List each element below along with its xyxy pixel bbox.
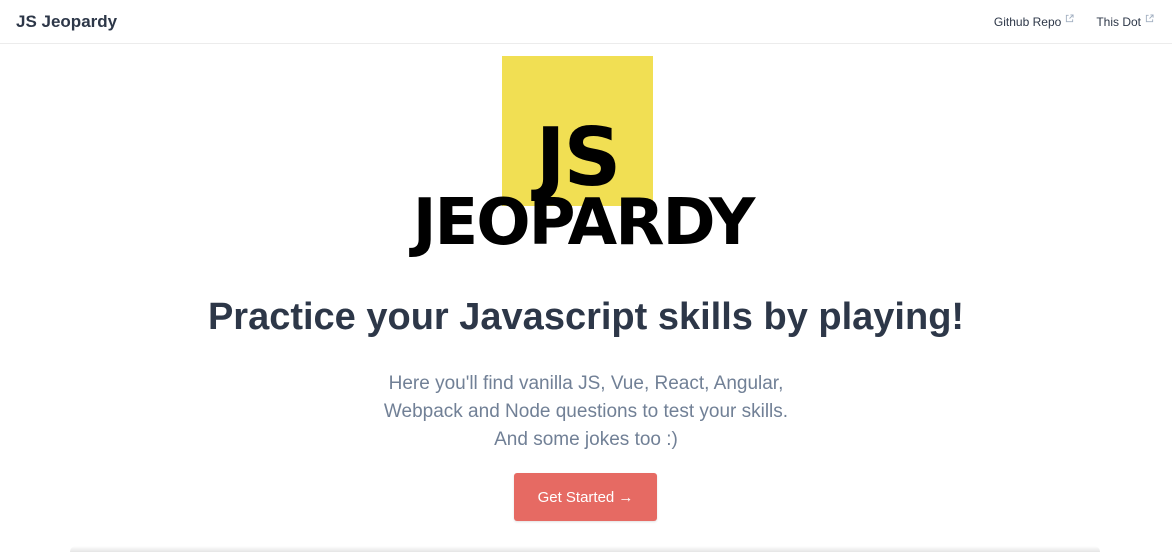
nav-link-label: This Dot [1096,15,1141,29]
js-jeopardy-logo: JS JEOPARDY [0,56,1172,266]
nav-link-github-repo[interactable]: Github Repo [993,14,1074,29]
brand-link[interactable]: JS Jeopardy [16,12,117,32]
nav-link-label: Github Repo [993,15,1062,29]
hero-description-line: Here you'll find vanilla JS, Vue, React,… [388,373,784,394]
external-link-icon [1145,14,1154,23]
nav-links: Github Repo This Dot [993,14,1154,29]
get-started-button[interactable]: Get Started → [514,473,657,521]
hero-headline: Practice your Javascript skills by playi… [207,296,965,338]
nav-link-this-dot[interactable]: This Dot [1096,14,1154,29]
hero-description: Here you'll find vanilla JS, Vue, React,… [0,370,1172,454]
card-shadow-edge [70,546,1100,552]
logo-jeopardy-text: JEOPARDY [412,186,756,260]
external-link-icon [1066,14,1074,23]
hero-description-line: And some jokes too :) [494,429,678,450]
navbar: JS Jeopardy Github Repo This Dot [0,0,1172,44]
hero-description-line: Webpack and Node questions to test your … [383,401,789,422]
